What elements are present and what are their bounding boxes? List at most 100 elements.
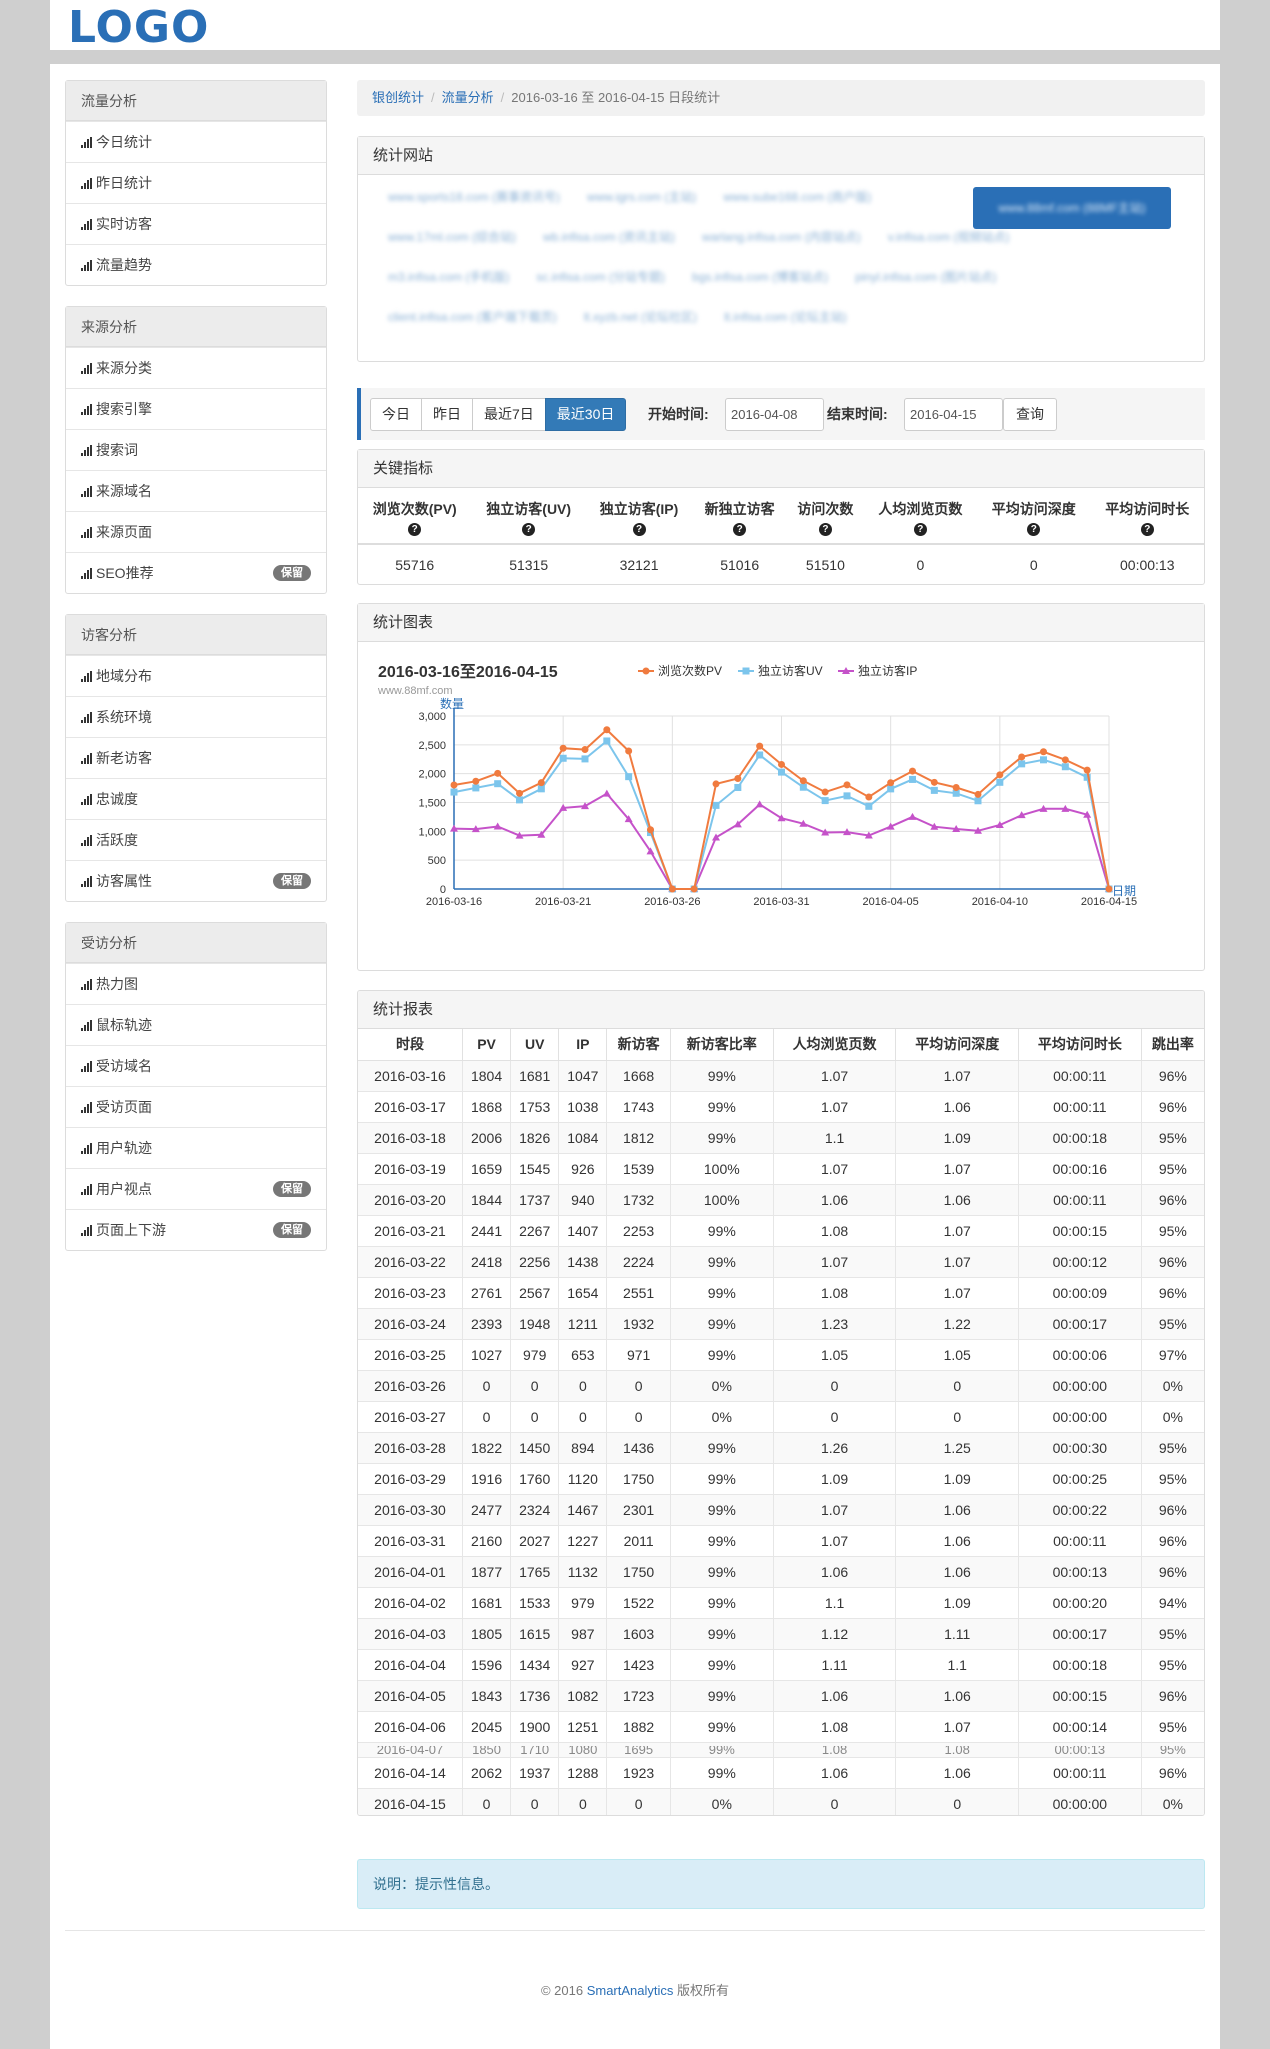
site-item[interactable]: wb.infisa.com (资讯主站)	[543, 225, 675, 249]
data-point[interactable]	[821, 788, 829, 796]
breadcrumb-home[interactable]: 银创统计	[372, 90, 424, 105]
help-icon[interactable]: ?	[733, 523, 747, 536]
range-button[interactable]: 最近7日	[472, 398, 546, 431]
site-item[interactable]: www.17ml.com (综合站)	[388, 225, 516, 249]
data-point[interactable]	[603, 726, 611, 734]
data-point[interactable]	[756, 751, 764, 759]
data-point[interactable]	[603, 737, 611, 745]
site-item[interactable]: pinyl.infisa.com (图片站点)	[855, 265, 996, 289]
legend-label[interactable]: 独立访客IP	[858, 663, 917, 678]
data-point[interactable]	[625, 747, 633, 755]
data-point[interactable]	[908, 812, 917, 820]
sidebar-item[interactable]: 受访页面	[66, 1086, 326, 1127]
data-point[interactable]	[712, 780, 720, 788]
help-icon[interactable]: ?	[1140, 523, 1154, 536]
data-point[interactable]	[843, 792, 851, 800]
help-icon[interactable]: ?	[1027, 523, 1041, 536]
help-icon[interactable]: ?	[632, 523, 646, 536]
data-point[interactable]	[887, 785, 895, 793]
logo[interactable]: LOGO	[68, 2, 209, 53]
data-point[interactable]	[494, 780, 502, 788]
breadcrumb-section[interactable]: 流量分析	[442, 90, 494, 105]
data-point[interactable]	[690, 885, 698, 893]
data-point[interactable]	[494, 769, 502, 777]
sidebar-item[interactable]: 来源页面	[66, 511, 326, 552]
site-item[interactable]: www.sube168.com (商户版)	[723, 185, 871, 209]
query-button[interactable]: 查询	[1003, 398, 1057, 431]
data-point[interactable]	[843, 781, 851, 789]
sidebar-item[interactable]: 新老访客	[66, 737, 326, 778]
site-item[interactable]: bgs.infisa.com (博客站点)	[692, 265, 828, 289]
data-point[interactable]	[799, 777, 807, 785]
legend-label[interactable]: 浏览次数PV	[658, 663, 722, 678]
site-item[interactable]: m3.infisa.com (手机版)	[388, 265, 509, 289]
data-point[interactable]	[734, 775, 742, 783]
data-point[interactable]	[712, 833, 720, 841]
sidebar-item[interactable]: 搜索引擎	[66, 388, 326, 429]
sidebar-item[interactable]: 搜索词	[66, 429, 326, 470]
sidebar-item[interactable]: 用户视点 保留	[66, 1168, 326, 1209]
range-button[interactable]: 昨日	[421, 398, 473, 431]
footer-brand-link[interactable]: SmartAnalytics	[587, 1983, 674, 1998]
data-point[interactable]	[755, 800, 764, 808]
sidebar-item[interactable]: 热力图	[66, 963, 326, 1004]
site-item[interactable]: lt.infisa.com (论坛主站)	[724, 305, 847, 329]
sidebar-item[interactable]: 忠诚度	[66, 778, 326, 819]
sidebar-item[interactable]: 受访域名	[66, 1045, 326, 1086]
data-point[interactable]	[930, 786, 938, 794]
data-point[interactable]	[778, 760, 785, 768]
site-item-active[interactable]: www.88mf.com (88MF主站)	[973, 187, 1171, 229]
data-point[interactable]	[1105, 885, 1113, 893]
sidebar-item[interactable]: 访客属性 保留	[66, 860, 326, 901]
data-point[interactable]	[756, 742, 764, 750]
data-point[interactable]	[647, 826, 654, 834]
sidebar-item[interactable]: 地域分布	[66, 655, 326, 696]
end-date-input[interactable]: 2016-04-15	[904, 398, 1003, 431]
sidebar-item[interactable]: 实时访客	[66, 203, 326, 244]
sidebar-item[interactable]: 来源域名	[66, 470, 326, 511]
data-point[interactable]	[1061, 756, 1069, 764]
data-point[interactable]	[668, 885, 676, 893]
data-point[interactable]	[1018, 753, 1026, 761]
data-point[interactable]	[625, 773, 633, 781]
data-point[interactable]	[974, 790, 982, 798]
start-date-input[interactable]: 2016-04-08	[725, 398, 824, 431]
data-point[interactable]	[865, 802, 873, 810]
sidebar-item[interactable]: 活跃度	[66, 819, 326, 860]
data-point[interactable]	[537, 785, 545, 793]
sidebar-item[interactable]: 页面上下游 保留	[66, 1209, 326, 1250]
site-item[interactable]: www.igrs.com (主站)	[587, 185, 696, 209]
site-item[interactable]: client.infisa.com (客户端下载页)	[388, 305, 557, 329]
help-icon[interactable]: ?	[913, 523, 927, 536]
data-point[interactable]	[799, 783, 807, 791]
data-point[interactable]	[450, 788, 458, 796]
data-point[interactable]	[1083, 766, 1091, 774]
data-point[interactable]	[1040, 748, 1047, 756]
sidebar-item[interactable]: 系统环境	[66, 696, 326, 737]
data-point[interactable]	[887, 779, 895, 787]
site-item[interactable]: sc.infisa.com (分站专题)	[536, 265, 665, 289]
data-point[interactable]	[472, 777, 480, 785]
site-item[interactable]: lt.xyzb.net (论坛社区)	[584, 305, 697, 329]
data-point[interactable]	[712, 801, 720, 809]
sidebar-item[interactable]: 用户轨迹	[66, 1127, 326, 1168]
data-point[interactable]	[996, 771, 1004, 779]
data-point[interactable]	[1061, 763, 1069, 771]
data-point[interactable]	[581, 746, 589, 754]
data-point[interactable]	[516, 796, 523, 804]
data-point[interactable]	[1040, 756, 1047, 764]
data-point[interactable]	[559, 754, 567, 762]
site-item[interactable]: warlang.infisa.com (内容站点)	[702, 225, 861, 249]
range-button[interactable]: 最近30日	[544, 398, 627, 431]
legend-label[interactable]: 独立访客UV	[758, 663, 823, 678]
data-point[interactable]	[472, 784, 480, 792]
data-point[interactable]	[821, 797, 829, 805]
data-point[interactable]	[559, 744, 567, 752]
data-point[interactable]	[450, 781, 458, 789]
sidebar-item[interactable]: 流量趋势	[66, 244, 326, 285]
range-button[interactable]: 今日	[370, 398, 422, 431]
data-point[interactable]	[516, 789, 523, 797]
sidebar-item[interactable]: SEO推荐 保留	[66, 552, 326, 593]
sidebar-item[interactable]: 今日统计	[66, 121, 326, 162]
data-point[interactable]	[909, 767, 916, 775]
